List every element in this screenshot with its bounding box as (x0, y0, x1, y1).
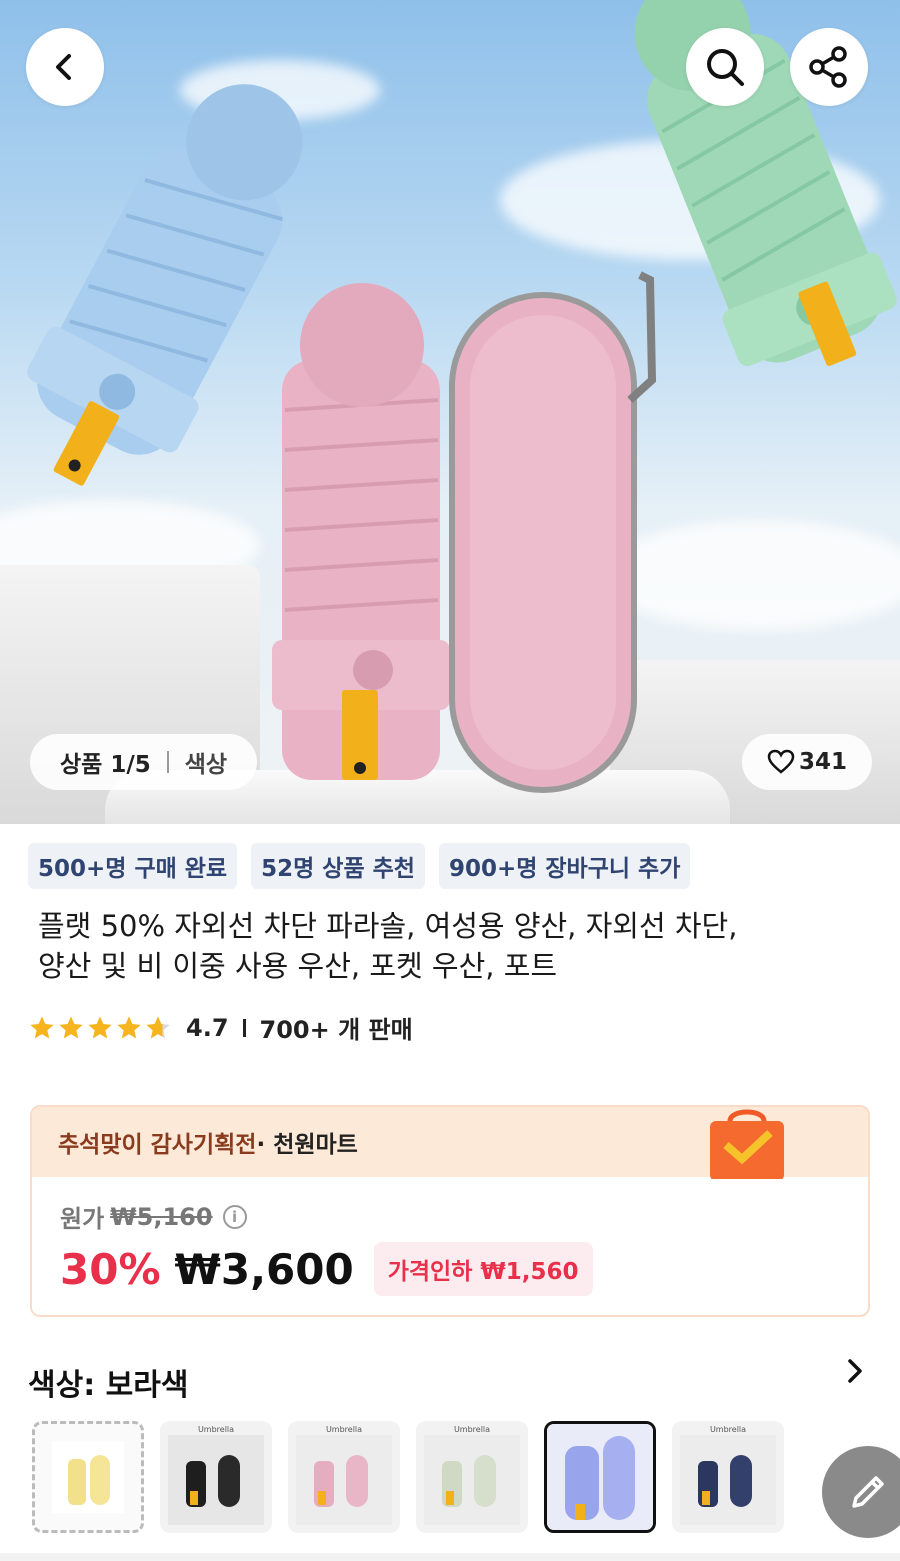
sold-count: 700+ 개 판매 (259, 1016, 413, 1044)
social-proof-tags: 500+명 구매 완료 52명 상품 추천 900+명 장바구니 추가 (28, 843, 691, 889)
umbrella-thumbnail (680, 1435, 776, 1525)
product-title: 플랫 50% 자외선 차단 파라솔, 여성용 양산, 자외선 차단, 양산 및 … (38, 906, 838, 986)
image-category: 색상 (184, 752, 228, 778)
color-option-black[interactable]: Umbrella (160, 1421, 272, 1533)
sale-price-row: 30% ₩3,600 가격인하 ₩1,560 (60, 1242, 593, 1296)
image-counter: 상품 1/5 (60, 752, 151, 778)
bottom-divider (0, 1553, 900, 1561)
rating-stars (28, 1014, 172, 1042)
price-cut-badge: 가격인하 ₩1,560 (373, 1242, 593, 1296)
color-option-navy[interactable]: Umbrella (672, 1421, 784, 1533)
product-title-line1: 플랫 50% 자외선 차단 파라솔, 여성용 양산, 자외선 차단, (38, 909, 738, 943)
umbrella-thumbnail (52, 1441, 124, 1513)
divider (166, 751, 169, 773)
umbrella-thumbnail (296, 1435, 392, 1525)
pencil-icon (852, 1476, 884, 1508)
tag-cart-adds: 900+명 장바구니 추가 (438, 843, 691, 889)
search-button[interactable] (686, 28, 764, 106)
promo-banner[interactable]: 추석맞이 감사기획전 · 천원마트 (32, 1107, 868, 1179)
promo-title: 추석맞이 감사기획전 (58, 1132, 257, 1158)
star-icon (117, 1015, 141, 1038)
rating-value: 4.7 (186, 1013, 229, 1042)
color-option-yellow[interactable] (32, 1421, 144, 1533)
rating-row[interactable]: 4.7 700+ 개 판매 (28, 1010, 413, 1045)
like-button[interactable]: 341 (742, 734, 872, 790)
info-icon[interactable]: i (222, 1204, 247, 1229)
umbrella-illustration (27, 0, 897, 793)
color-options: Umbrella Umbrella Umbrella Umbrella (32, 1421, 784, 1533)
selected-color-label: 색상: 보라색 (28, 1368, 189, 1403)
divider (242, 1018, 246, 1037)
umbrella-thumbnail (547, 1424, 653, 1530)
original-price-row: 원가 ₩5,160 i (60, 1199, 247, 1234)
share-icon (809, 46, 847, 88)
back-button[interactable] (26, 28, 104, 106)
star-icon (30, 1015, 54, 1038)
color-option-sage[interactable]: Umbrella (416, 1421, 528, 1533)
share-button[interactable] (790, 28, 868, 106)
edit-fab-button[interactable] (822, 1446, 900, 1538)
like-count: 341 (798, 749, 847, 775)
promo-subtitle: · 천원마트 (256, 1132, 358, 1158)
umbrella-thumbnail (168, 1435, 264, 1525)
original-price: ₩5,160 (110, 1202, 213, 1231)
tag-recommendations: 52명 상품 추천 (251, 843, 425, 889)
star-icon (146, 1015, 170, 1038)
chevron-right-icon[interactable] (840, 1356, 870, 1386)
product-image-gallery[interactable]: 상품 1/5 색상 341 (0, 0, 900, 824)
image-counter-pill[interactable]: 상품 1/5 색상 (30, 734, 258, 790)
color-option-purple[interactable] (544, 1421, 656, 1533)
product-title-line2: 양산 및 비 이중 사용 우산, 포켓 우산, 포트 (38, 949, 558, 983)
tag-purchases: 500+명 구매 완료 (28, 843, 238, 889)
promo-price-box: 추석맞이 감사기획전 · 천원마트 원가 ₩5,160 i 30% ₩3,600… (30, 1105, 870, 1317)
shopping-bag-icon (710, 1109, 784, 1179)
discount-percent: 30% (60, 1244, 161, 1294)
sale-price: ₩3,600 (174, 1244, 354, 1294)
umbrella-thumbnail (424, 1435, 520, 1525)
color-option-pink[interactable]: Umbrella (288, 1421, 400, 1533)
star-icon (59, 1015, 83, 1038)
back-icon (56, 54, 71, 80)
star-icon (88, 1015, 112, 1038)
original-price-label: 원가 (60, 1205, 105, 1233)
heart-icon (767, 749, 795, 774)
search-icon (707, 49, 744, 86)
